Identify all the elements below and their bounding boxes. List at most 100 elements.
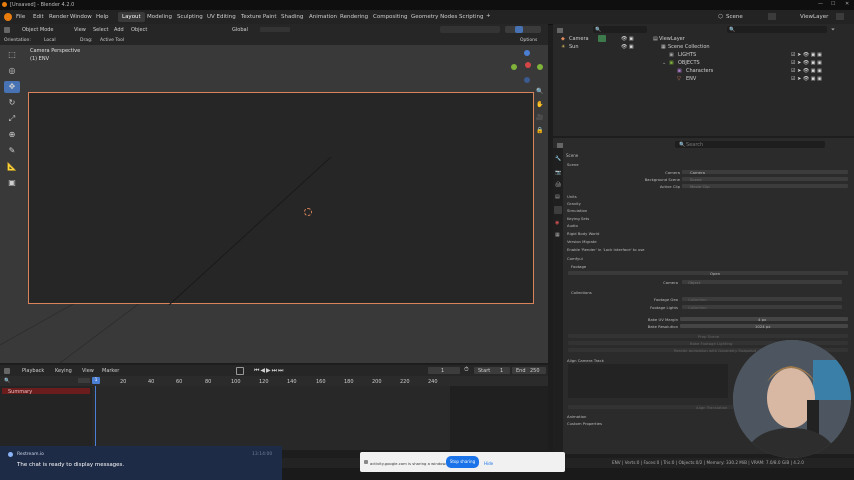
menu-playback[interactable]: Playback: [22, 368, 44, 374]
collection-tab-icon[interactable]: ▦: [555, 232, 560, 238]
lock-icon[interactable]: 🔒: [536, 127, 543, 134]
panel-align-camera-track[interactable]: Align Camera Track: [567, 358, 604, 363]
tab-sculpting[interactable]: Sculpting: [173, 12, 207, 22]
panel-animation[interactable]: Animation: [567, 414, 586, 419]
playback-controls[interactable]: ⏮◀▶⏭⏭: [254, 367, 284, 375]
objects-restriction-icons[interactable]: ☑ ➤ 👁 ▣ ▣: [791, 60, 822, 66]
stopwatch-icon[interactable]: ⏱: [464, 366, 469, 374]
panel-version-migrate[interactable]: Version Migrate: [567, 239, 597, 244]
menu-file[interactable]: File: [16, 14, 25, 20]
hide-button[interactable]: Hide: [484, 461, 493, 466]
gizmo-y-axis[interactable]: [511, 64, 517, 70]
new-view-layer-icon[interactable]: [836, 13, 844, 20]
tab-scripting[interactable]: Scripting: [455, 12, 487, 22]
3d-cursor-icon[interactable]: [304, 208, 312, 216]
characters-restriction-icons[interactable]: ☑ ➤ 👁 ▣ ▣: [791, 68, 822, 74]
camera-field[interactable]: [682, 170, 848, 174]
tab-rendering[interactable]: Rendering: [336, 12, 372, 22]
close-icon[interactable]: ✕: [845, 1, 849, 7]
open-button[interactable]: Open: [710, 271, 720, 276]
scale-icon[interactable]: ⤢: [4, 113, 20, 125]
world-tab-icon[interactable]: ◉: [555, 220, 559, 226]
auto-keying-icon[interactable]: [236, 367, 244, 375]
blender-menu-icon[interactable]: [4, 13, 12, 21]
tab-modeling[interactable]: Modeling: [143, 12, 176, 22]
outliner-lights[interactable]: LIGHTS: [678, 52, 696, 58]
tab-uv-editing[interactable]: UV Editing: [203, 12, 240, 22]
tab-compositing[interactable]: Compositing: [369, 12, 411, 22]
footage-open-row[interactable]: [568, 271, 848, 275]
panel-audio[interactable]: Audio: [567, 223, 578, 228]
lights-restriction-icons[interactable]: ☑ ➤ 👁 ▣ ▣: [791, 52, 822, 58]
output-tab-icon[interactable]: 🖨: [555, 182, 561, 188]
annotate-icon[interactable]: ✎: [4, 145, 20, 157]
menu-timeline-view[interactable]: View: [82, 368, 94, 374]
timeline-editor-type-icon[interactable]: [4, 368, 10, 374]
tab-layout[interactable]: Layout: [118, 12, 145, 22]
outliner-item-camera[interactable]: Camera: [569, 36, 589, 42]
solid-shading-icon[interactable]: [515, 26, 523, 33]
menu-select[interactable]: Select: [93, 27, 108, 33]
editor-type-icon[interactable]: [4, 27, 10, 33]
panel-custom-properties[interactable]: Custom Properties: [567, 421, 602, 426]
gizmo-neg-z-axis[interactable]: [524, 77, 530, 83]
cursor-icon[interactable]: ◎: [4, 65, 20, 77]
drag-selector[interactable]: Active Tool: [100, 38, 124, 43]
view-layer-tab-icon[interactable]: ▤: [555, 194, 560, 200]
view-layer-selector[interactable]: ViewLayer: [800, 14, 828, 20]
sun-visibility-icons[interactable]: 👁 ▣: [621, 44, 634, 50]
tab-texture-paint[interactable]: Texture Paint: [237, 12, 281, 22]
playhead-frame-indicator[interactable]: 1: [92, 377, 100, 384]
select-box-icon[interactable]: ⬚: [4, 49, 20, 61]
options-button[interactable]: Options: [520, 38, 537, 43]
new-scene-icon[interactable]: [768, 13, 776, 20]
playhead-line[interactable]: [95, 386, 96, 446]
outliner-search[interactable]: [727, 26, 827, 33]
panel-rigid-body-world[interactable]: Rigid Body World: [567, 231, 599, 236]
timeline-ruler[interactable]: 🔍 1 20 40 60 80 100 120 140 160 180 200 …: [0, 376, 548, 386]
expand-objects-icon[interactable]: ⌄: [662, 60, 666, 66]
menu-marker[interactable]: Marker: [102, 368, 119, 374]
camera-object-field[interactable]: [682, 280, 842, 284]
tab-geometry-nodes[interactable]: Geometry Nodes: [407, 12, 461, 22]
outliner-editor-type-icon[interactable]: [557, 28, 563, 33]
outliner-viewlayer[interactable]: ViewLayer: [659, 36, 685, 42]
menu-object[interactable]: Object: [131, 27, 147, 33]
menu-add[interactable]: Add: [114, 27, 124, 33]
panel-units[interactable]: Units: [567, 194, 577, 199]
panel-simulation[interactable]: Simulation: [567, 208, 587, 213]
orientation-selector[interactable]: Local: [44, 38, 56, 43]
gizmo-neg-y-axis[interactable]: [537, 64, 543, 70]
viewport-overlay-controls[interactable]: [440, 26, 500, 33]
env-restriction-icons[interactable]: ☑ ➤ 👁 ▣ ▣: [791, 76, 822, 82]
outliner-scene-collection[interactable]: Scene Collection: [668, 44, 710, 50]
panel-keying-sets[interactable]: Keying Sets: [567, 216, 589, 221]
mode-selector[interactable]: Object Mode: [22, 27, 54, 33]
navigation-gizmo[interactable]: [508, 50, 548, 90]
outliner-item-sun[interactable]: Sun: [569, 44, 579, 50]
share-drag-handle-icon[interactable]: [364, 460, 368, 464]
outliner-env[interactable]: ENV: [686, 76, 696, 82]
menu-edit[interactable]: Edit: [33, 14, 44, 20]
tool-tab-icon[interactable]: 🔧: [555, 156, 561, 162]
scene-tab-icon[interactable]: [554, 206, 562, 214]
panel-gravity[interactable]: Gravity: [567, 201, 581, 206]
gizmo-z-axis[interactable]: [524, 50, 530, 56]
menu-keying[interactable]: Keying: [55, 368, 72, 374]
timeline-filter-icon[interactable]: [78, 378, 90, 383]
stop-sharing-button[interactable]: Stop sharing: [446, 456, 479, 468]
move-icon[interactable]: ✥: [4, 81, 20, 93]
transform-orientation-selector[interactable]: Global: [232, 27, 248, 33]
background-scene-field[interactable]: [682, 177, 848, 181]
outliner-objects[interactable]: OBJECTS: [678, 60, 700, 66]
align-camera-track-list[interactable]: [568, 364, 728, 398]
shading-mode-buttons[interactable]: [505, 26, 541, 33]
outliner-filter-icon[interactable]: ⏷: [831, 27, 835, 33]
camera-view-icon[interactable]: 🎥: [536, 114, 543, 121]
outliner-characters[interactable]: Characters: [686, 68, 713, 74]
minimize-icon[interactable]: —: [818, 1, 823, 7]
menu-render[interactable]: Render: [49, 14, 69, 20]
pan-hand-icon[interactable]: ✋: [536, 101, 543, 108]
render-tab-icon[interactable]: 📷: [555, 170, 561, 176]
camera-visibility-icons[interactable]: 👁 ▣: [621, 36, 634, 42]
